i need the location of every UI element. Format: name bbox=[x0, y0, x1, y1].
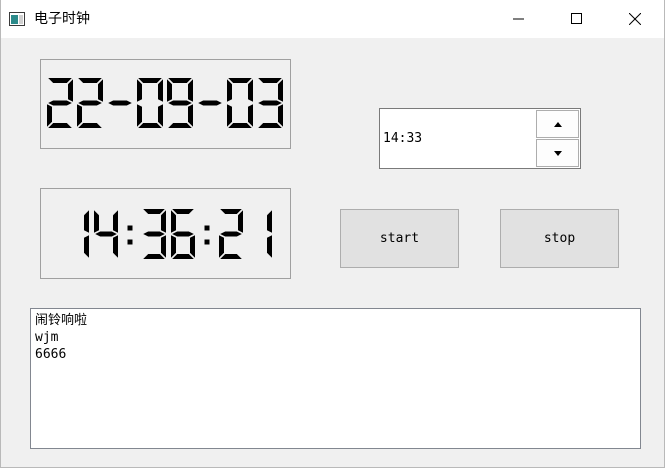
lcd-digit bbox=[77, 78, 103, 128]
arrow-up-icon bbox=[554, 122, 562, 127]
lcd-digit bbox=[227, 78, 253, 128]
lcd-colon bbox=[127, 225, 133, 245]
spin-down-button[interactable] bbox=[536, 139, 579, 167]
lcd-digit bbox=[143, 209, 166, 259]
lcd-digit bbox=[267, 210, 272, 258]
lcd-digit bbox=[94, 210, 118, 258]
date-digits bbox=[47, 78, 283, 128]
stop-button[interactable]: stop bbox=[500, 209, 619, 268]
time-lcd-display bbox=[40, 188, 291, 279]
lcd-digit bbox=[219, 209, 243, 259]
message-line: wjm bbox=[35, 330, 59, 345]
app-icon bbox=[9, 12, 25, 26]
title-bar[interactable]: 电子时钟 bbox=[1, 0, 664, 38]
spin-up-button[interactable] bbox=[536, 110, 579, 138]
message-text-area[interactable]: 闹铃响啦 wjm 6666 bbox=[30, 308, 641, 449]
alarm-time-spinbox[interactable]: 14:33 bbox=[379, 108, 581, 169]
lcd-digit bbox=[258, 78, 283, 128]
message-line: 闹铃响啦 bbox=[35, 313, 88, 328]
lcd-digit bbox=[171, 209, 195, 259]
time-digits bbox=[84, 209, 272, 259]
lcd-digit bbox=[167, 78, 193, 128]
window-title: 电子时钟 bbox=[34, 11, 90, 27]
maximize-icon bbox=[571, 13, 582, 24]
lcd-colon bbox=[204, 225, 210, 245]
start-button[interactable]: start bbox=[340, 209, 459, 268]
lcd-dash bbox=[198, 100, 222, 106]
lcd-dash bbox=[108, 100, 132, 106]
maximize-button[interactable] bbox=[554, 0, 600, 38]
arrow-down-icon bbox=[554, 151, 562, 156]
app-window: 电子时钟 14:33 start stop 闹铃响啦 wjm 6666 bbox=[0, 0, 665, 468]
alarm-time-value[interactable]: 14:33 bbox=[383, 131, 422, 147]
message-line: 6666 bbox=[35, 347, 67, 362]
close-icon bbox=[629, 13, 641, 25]
lcd-digit bbox=[47, 78, 73, 128]
minimize-button[interactable] bbox=[496, 0, 542, 38]
close-button[interactable] bbox=[612, 0, 658, 38]
minimize-icon bbox=[513, 18, 524, 20]
date-lcd-display bbox=[40, 59, 291, 149]
lcd-digit bbox=[84, 210, 89, 258]
lcd-digit bbox=[137, 78, 163, 128]
